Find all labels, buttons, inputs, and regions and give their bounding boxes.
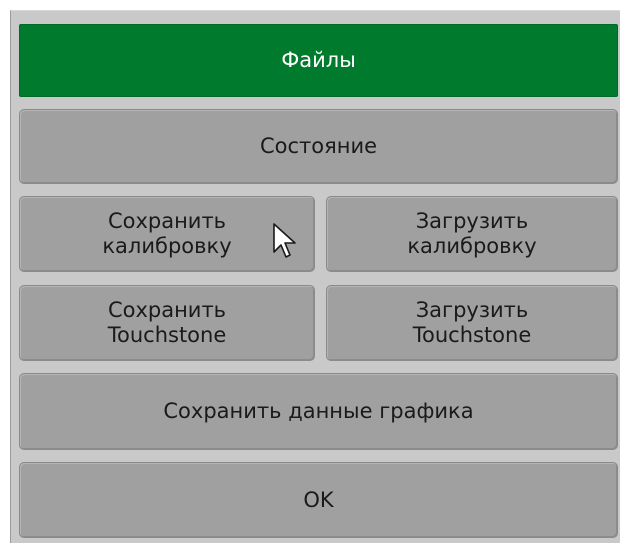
mouse-pointer-icon (273, 223, 296, 258)
load-calibration-button[interactable]: Загрузить калибровку (326, 196, 618, 272)
files-button[interactable]: Файлы (19, 24, 618, 97)
ok-button[interactable]: OK (19, 462, 618, 538)
save-touchstone-button[interactable]: Сохранить Touchstone (19, 285, 315, 361)
save-chart-data-button[interactable]: Сохранить данные графика (19, 373, 618, 450)
state-button[interactable]: Состояние (19, 109, 618, 184)
load-touchstone-button[interactable]: Загрузить Touchstone (326, 285, 618, 361)
save-calibration-button[interactable]: Сохранить калибровку (19, 196, 315, 272)
